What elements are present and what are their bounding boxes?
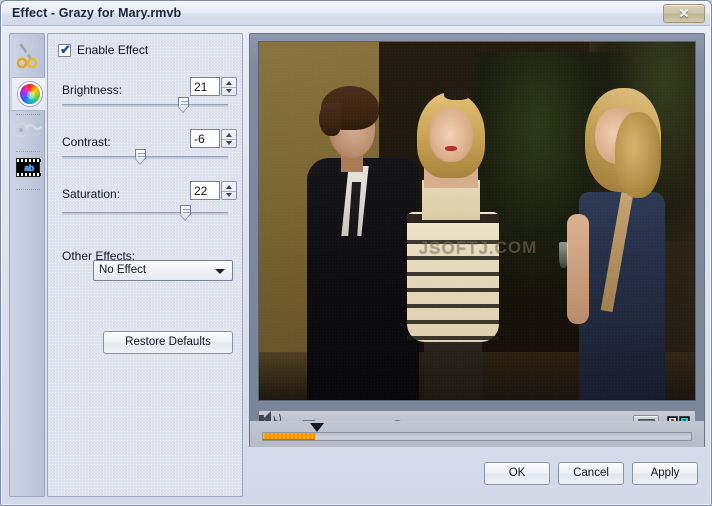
enable-effect-label: Enable Effect [77,43,148,57]
stepper-up-icon [226,81,232,85]
contrast-slider-track[interactable] [62,156,228,159]
sidebar: ab [9,33,45,497]
sidebar-divider-1 [16,114,40,115]
sidebar-item-audio[interactable] [11,116,45,150]
saturation-value[interactable]: 22 [190,181,220,200]
timeline-playhead-marker[interactable] [310,423,324,432]
saturation-slider-track[interactable] [62,212,228,215]
close-icon: ✕ [664,4,704,24]
other-effects-selected: No Effect [99,264,146,276]
timeline-area [249,421,705,447]
timeline-progress-fill [263,433,315,440]
sidebar-item-subtitle[interactable]: ab [11,153,45,187]
video-frame[interactable]: JSOFTJ.COM [258,41,696,401]
window-title: Effect - Grazy for Mary.rmvb [12,6,181,20]
saturation-label: Saturation: [62,187,120,201]
subtitle-filmstrip-icon: ab [16,158,40,177]
audio-waveform-icon [13,118,43,146]
contrast-label: Contrast: [62,135,111,149]
saturation-slider-thumb[interactable] [180,205,191,221]
video-still-image [259,42,695,400]
sidebar-item-effect[interactable] [11,77,45,111]
other-effects-dropdown[interactable]: No Effect [93,260,233,281]
brightness-slider-track[interactable] [62,104,228,107]
contrast-slider-thumb[interactable] [135,149,146,165]
ok-button[interactable]: OK [484,462,550,485]
timeline-track[interactable] [262,432,692,441]
chevron-down-icon [215,269,225,274]
sidebar-item-trim[interactable] [11,40,45,74]
brightness-stepper[interactable] [221,77,237,96]
stepper-up-icon [226,185,232,189]
brightness-slider-thumb[interactable] [178,97,189,113]
saturation-stepper[interactable] [221,181,237,200]
brightness-value[interactable]: 21 [190,77,220,96]
title-bar[interactable]: Effect - Grazy for Mary.rmvb ✕ [2,2,710,26]
color-wheel-icon [18,82,42,106]
sidebar-divider-2 [16,151,40,152]
stepper-down-icon [226,89,232,93]
check-icon: ✔ [60,42,71,58]
cancel-button[interactable]: Cancel [558,462,624,485]
contrast-value[interactable]: -6 [190,129,220,148]
video-preview-panel: JSOFTJ.COM 00:14:08 / 01:58:34 [249,33,705,447]
sidebar-divider-3 [16,189,40,190]
effect-dialog-window: Effect - Grazy for Mary.rmvb ✕ [0,0,712,506]
contrast-stepper[interactable] [221,129,237,148]
stepper-down-icon [226,141,232,145]
scissors-icon [16,43,40,69]
restore-defaults-button[interactable]: Restore Defaults [103,331,233,354]
checkbox-box: ✔ [58,44,71,57]
stepper-down-icon [226,193,232,197]
brightness-label: Brightness: [62,83,122,97]
apply-button[interactable]: Apply [632,462,698,485]
close-button[interactable]: ✕ [663,4,705,23]
stepper-up-icon [226,133,232,137]
